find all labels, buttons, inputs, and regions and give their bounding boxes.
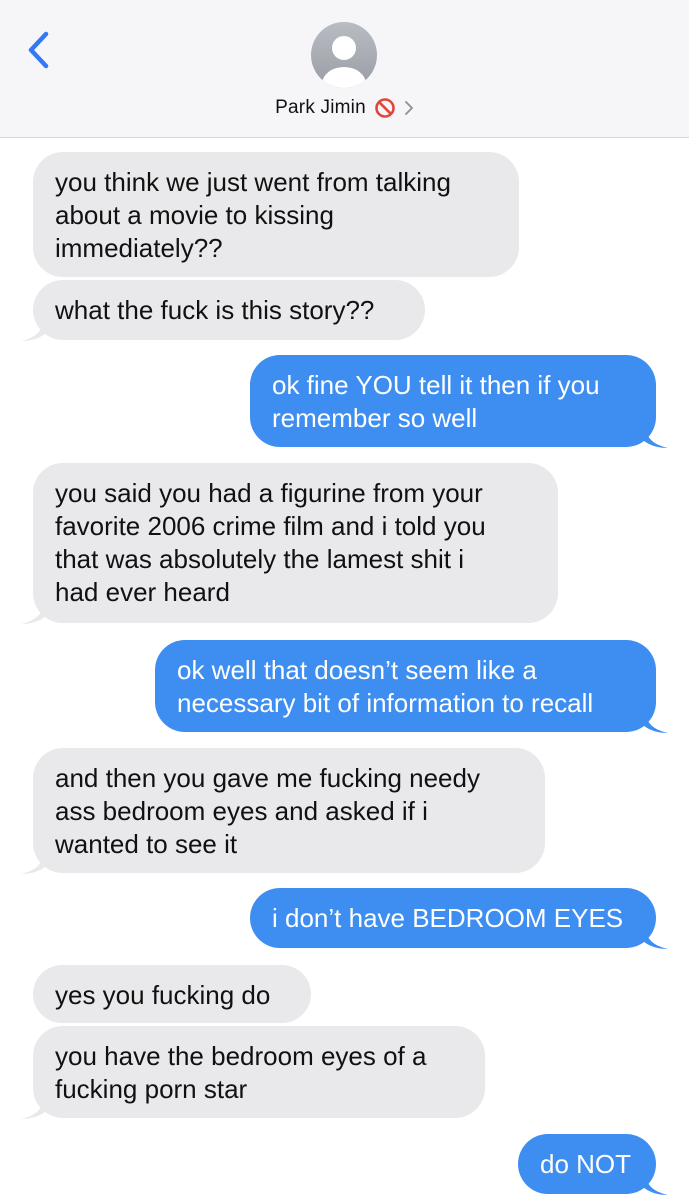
blocked-icon [375,98,395,118]
message-line: about a movie to kissing [55,200,334,230]
sent-message[interactable]: do NOT [518,1134,656,1194]
message-line: necessary bit of information to recall [177,688,594,718]
received-bubble-tail [21,603,46,624]
received-message[interactable]: yes you fucking do [33,965,311,1023]
message-line: wanted to see it [55,829,238,859]
received-message[interactable]: what the fuck is this story?? [33,280,425,340]
message-line: had ever heard [55,577,230,607]
message-line: you said you had a figurine from your [55,478,483,508]
received-message[interactable]: you think we just went from talking abou… [33,152,519,277]
sent-bubble-tail [643,712,668,733]
received-bubble-tail [21,853,46,874]
message-line: you think we just went from talking [55,167,451,197]
message-line: immediately?? [55,233,223,263]
message-line: that was absolutely the lamest shit i [55,544,464,574]
message-line: yes you fucking do [55,980,271,1010]
message-line: remember so well [272,403,478,433]
received-message[interactable]: you have the bedroom eyes of a fucking p… [33,1026,485,1118]
contact-info-button[interactable]: Park Jimin [0,94,689,122]
chevron-right-icon [404,101,413,115]
person-avatar-icon [322,36,366,88]
chevron-left-icon [28,31,49,69]
message-line: ok well that doesn’t seem like a [177,655,537,685]
sent-message[interactable]: ok well that doesn’t seem like a necessa… [155,640,656,732]
sent-message[interactable]: i don’t have BEDROOM EYES [250,888,656,948]
sent-bubble-tail [643,1174,668,1195]
sent-bubble-tail [643,427,668,448]
message-line: do NOT [540,1149,632,1179]
message-line: ok fine YOU tell it then if you [272,370,600,400]
received-bubble-tail [21,320,46,341]
sent-message[interactable]: ok fine YOU tell it then if you remember… [250,355,656,447]
contact-avatar[interactable] [311,22,377,88]
message-line: and then you gave me fucking needy [55,763,480,793]
received-bubble-tail [21,1098,46,1119]
sent-bubble-tail [643,928,668,949]
message-line: i don’t have BEDROOM EYES [272,903,624,933]
received-message[interactable]: and then you gave me fucking needy ass b… [33,748,545,873]
message-line: favorite 2006 crime film and i told you [55,511,486,541]
conversation-header: Park Jimin [0,0,689,138]
message-line: fucking porn star [55,1074,248,1104]
message-line: you have the bedroom eyes of a [55,1041,427,1071]
received-message[interactable]: you said you had a figurine from your fa… [33,463,558,623]
message-line: ass bedroom eyes and asked if i [55,796,428,826]
back-button[interactable] [22,28,62,72]
message-line: what the fuck is this story?? [55,295,375,325]
contact-name: Park Jimin [275,97,366,118]
